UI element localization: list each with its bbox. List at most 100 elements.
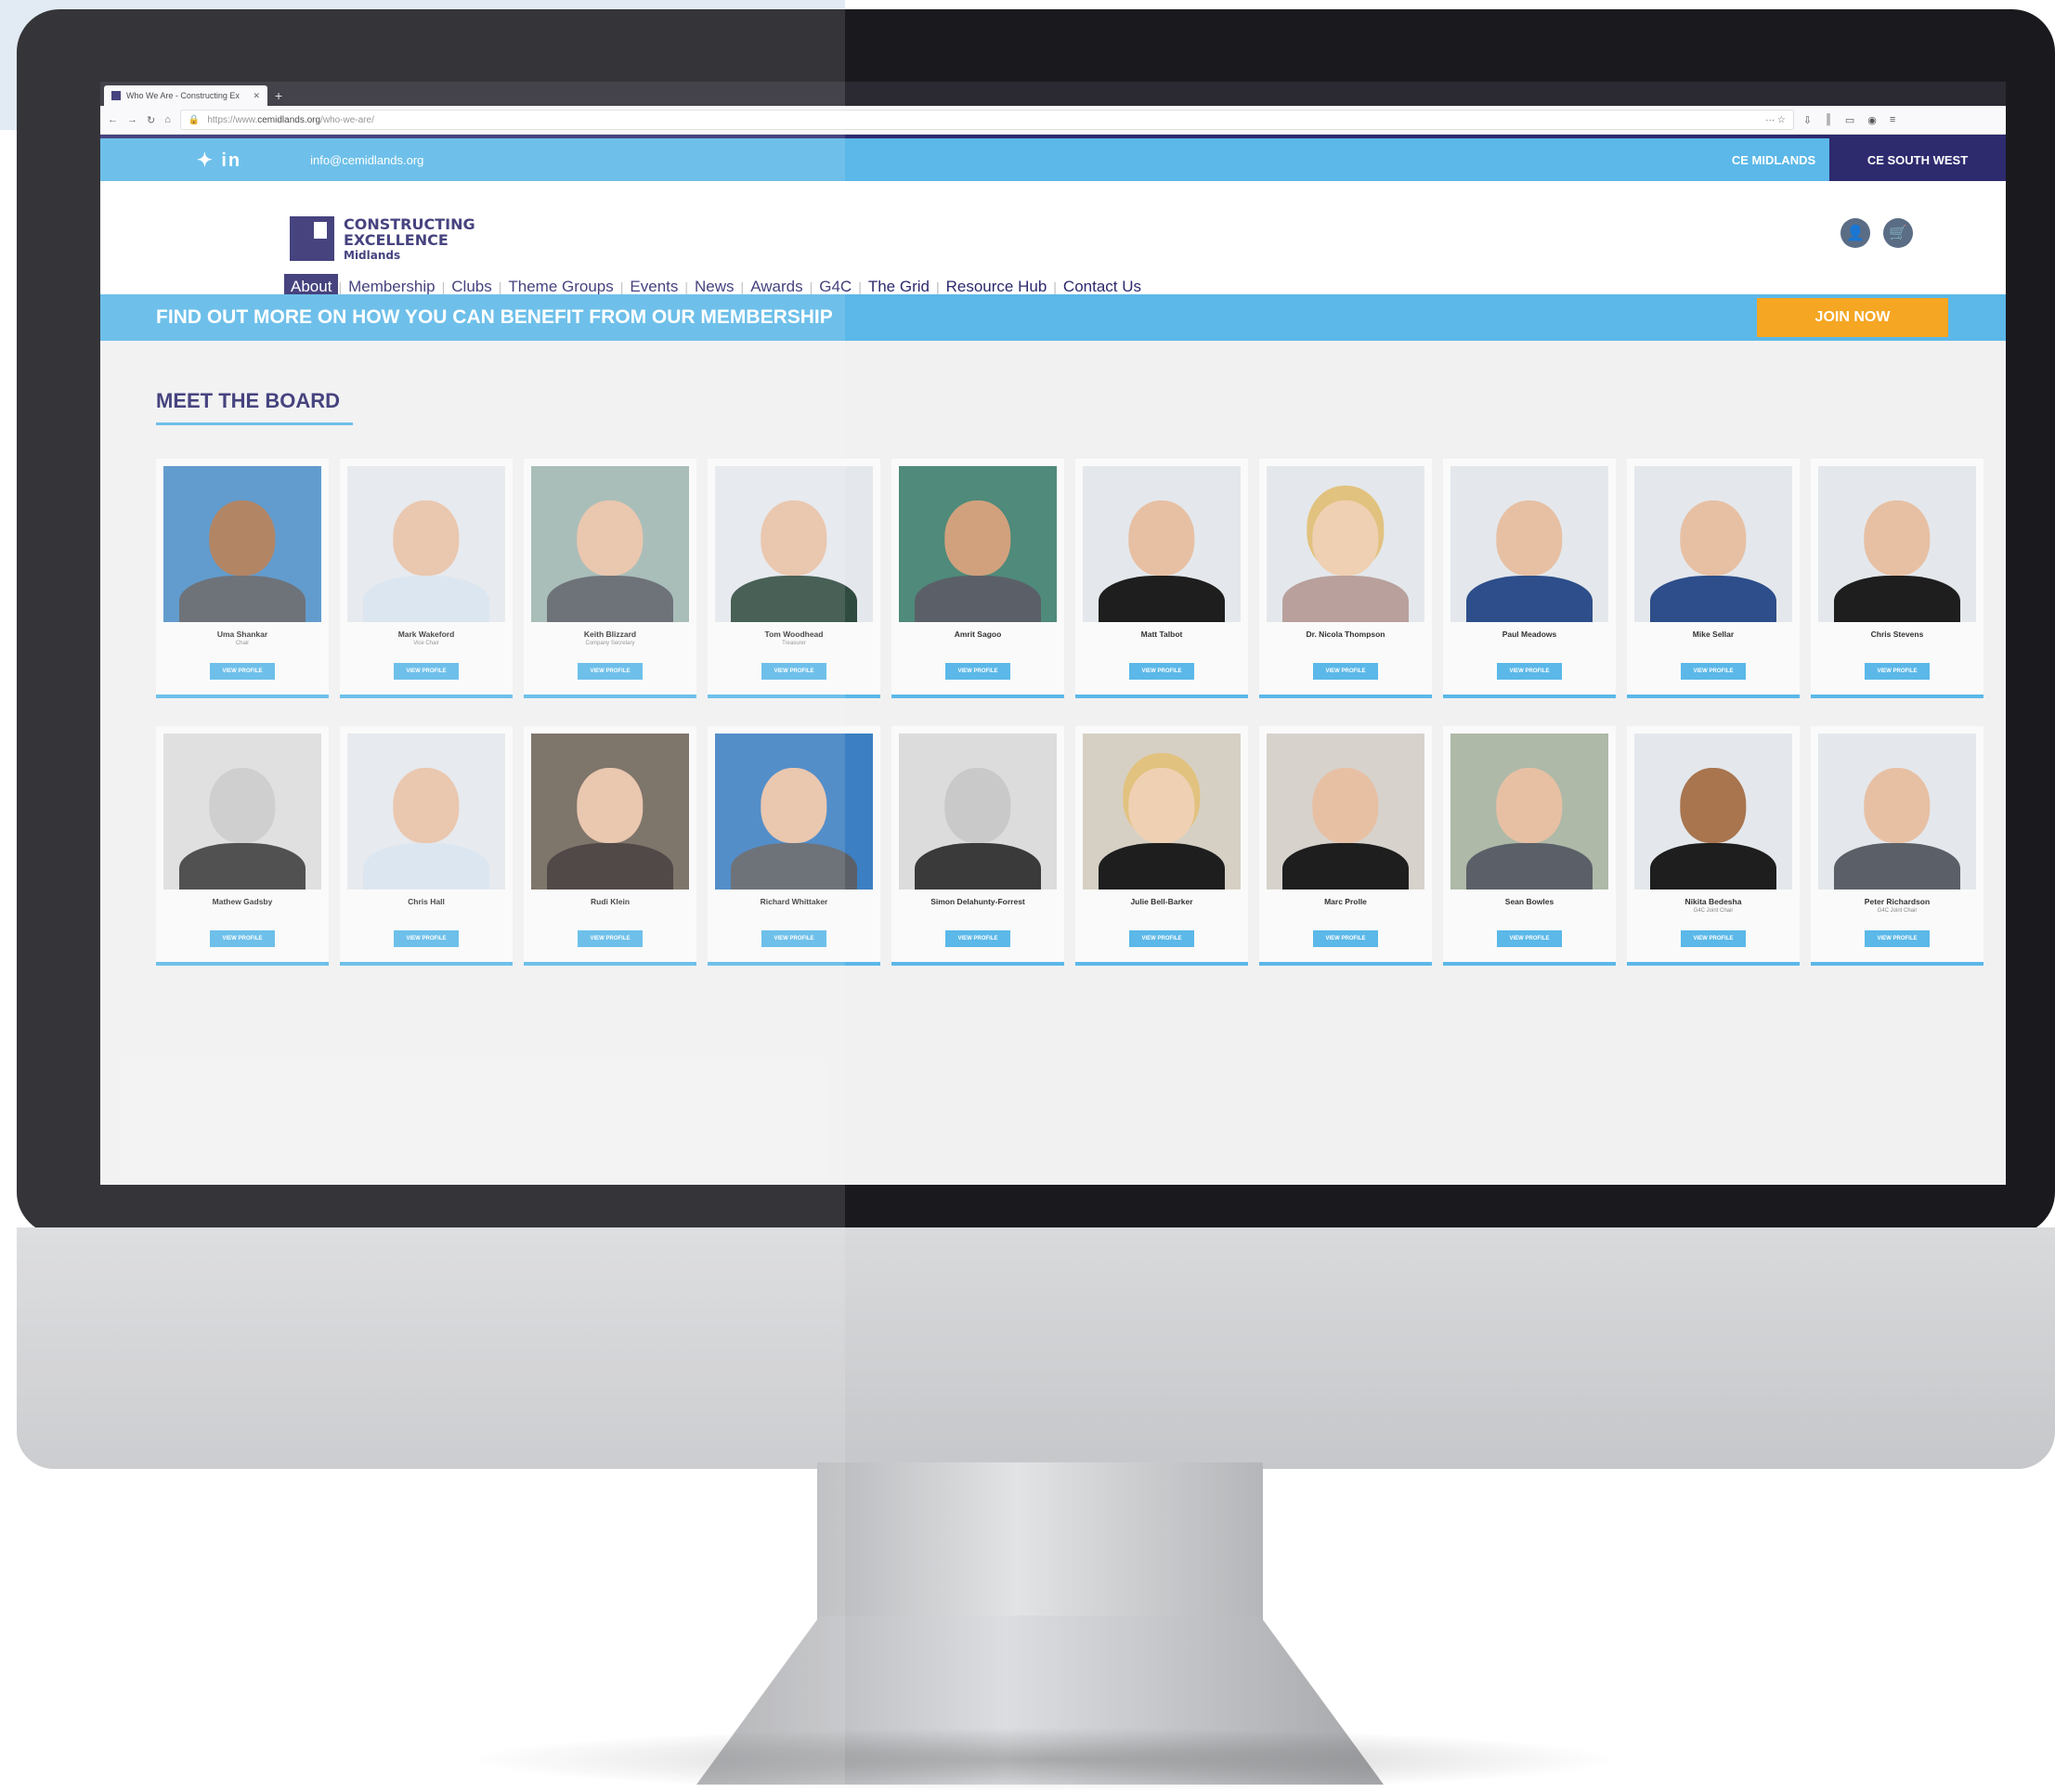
board-member-card: Peter Richardson G4C Joint Chair VIEW PROF…	[1811, 726, 1983, 966]
photo-body-shape	[1282, 842, 1409, 890]
account-icon[interactable]: 👤	[1840, 218, 1870, 248]
url-path: /who-we-are/	[320, 114, 374, 125]
logo-line-1: CONSTRUCTING	[344, 215, 475, 233]
view-profile-button[interactable]: VIEW PROFILE	[394, 930, 459, 947]
favicon-icon	[111, 91, 121, 100]
photo-body-shape	[1466, 842, 1593, 890]
logo-line-3: Midlands	[344, 249, 401, 262]
view-profile-button[interactable]: VIEW PROFILE	[1865, 663, 1930, 680]
board-member-card: Keith Blizzard Company Secretary VIEW PROF…	[524, 459, 696, 698]
member-name: Peter Richardson	[1864, 897, 1931, 906]
view-profile-button[interactable]: VIEW PROFILE	[945, 663, 1010, 680]
browser-tab[interactable]: Who We Are - Constructing Ex ✕	[104, 85, 267, 106]
member-name: Sean Bowles	[1504, 897, 1554, 906]
view-profile-button[interactable]: VIEW PROFILE	[1497, 663, 1562, 680]
url-prefix: https://www.	[207, 114, 258, 125]
member-photo	[163, 466, 321, 622]
home-icon[interactable]: ⌂	[164, 114, 171, 125]
photo-head-shape	[1312, 767, 1379, 843]
tab-title: Who We Are - Constructing Ex	[126, 91, 240, 100]
member-photo	[899, 734, 1057, 890]
join-now-button[interactable]: JOIN NOW	[1757, 298, 1948, 337]
monitor-stand-neck	[817, 1462, 1263, 1620]
member-name: Simon Delahunty-Forrest	[930, 897, 1025, 906]
back-icon[interactable]: ←	[108, 114, 118, 125]
view-profile-button[interactable]: VIEW PROFILE	[1865, 930, 1930, 947]
extension-icon[interactable]: ◉	[1867, 114, 1877, 126]
photo-head-shape	[393, 500, 460, 576]
view-profile-button[interactable]: VIEW PROFILE	[1129, 663, 1194, 680]
view-profile-button[interactable]: VIEW PROFILE	[945, 930, 1010, 947]
view-profile-button[interactable]: VIEW PROFILE	[578, 930, 643, 947]
member-photo	[347, 466, 505, 622]
photo-head-shape	[1496, 500, 1563, 576]
photo-head-shape	[1864, 500, 1931, 576]
view-profile-button[interactable]: VIEW PROFILE	[1129, 930, 1194, 947]
page-actions-icon[interactable]: ··· ☆	[1765, 115, 1786, 125]
new-tab-icon[interactable]: +	[275, 85, 282, 106]
view-profile-button[interactable]: VIEW PROFILE	[394, 663, 459, 680]
view-profile-button[interactable]: VIEW PROFILE	[761, 930, 826, 947]
site-logo[interactable]: CONSTRUCTING EXCELLENCE Midlands	[290, 216, 475, 264]
board-member-card: Julie Bell-Barker VIEW PROFILE	[1075, 726, 1248, 966]
member-photo	[715, 734, 873, 890]
monitor-bezel: Who We Are - Constructing Ex ✕ + ← → ↻ ⌂…	[17, 9, 2055, 1235]
member-name: Mathew Gadsby	[212, 897, 273, 906]
board-member-card: Marc Prolle VIEW PROFILE	[1259, 726, 1432, 966]
reload-icon[interactable]: ↻	[147, 114, 155, 126]
view-profile-button[interactable]: VIEW PROFILE	[210, 663, 275, 680]
member-role: Chair	[235, 641, 250, 646]
view-profile-button[interactable]: VIEW PROFILE	[1313, 663, 1378, 680]
address-bar[interactable]: 🔒 https://www.cemidlands.org/who-we-are/…	[179, 110, 1794, 130]
member-photo	[1267, 734, 1424, 890]
member-photo	[1083, 466, 1241, 622]
member-name: Chris Stevens	[1870, 630, 1924, 639]
region-midlands-link[interactable]: CE MIDLANDS	[1718, 138, 1829, 181]
member-name: Uma Shankar	[216, 630, 268, 639]
screen: Who We Are - Constructing Ex ✕ + ← → ↻ ⌂…	[100, 82, 2006, 1185]
photo-head-shape	[1680, 767, 1747, 843]
board-member-card: Richard Whittaker VIEW PROFILE	[708, 726, 880, 966]
board-member-card: Nikita Bedesha G4C Joint Chair VIEW PROFIL…	[1627, 726, 1800, 966]
board-member-card: Tom Woodhead Treasurer VIEW PROFILE	[708, 459, 880, 698]
menu-icon[interactable]: ≡	[1890, 114, 1895, 126]
photo-head-shape	[209, 500, 276, 576]
member-photo	[1083, 734, 1241, 890]
social-icons[interactable]: ✦ in	[197, 149, 241, 172]
photo-body-shape	[1282, 575, 1409, 622]
region-south-west-link[interactable]: CE SOUTH WEST	[1829, 138, 2006, 181]
member-role: G4C Joint Chair	[1877, 908, 1918, 914]
lock-icon: 🔒	[188, 114, 201, 125]
member-role: G4C Joint Chair	[1693, 908, 1734, 914]
photo-head-shape	[209, 767, 276, 843]
member-role: Company Secretary	[585, 641, 635, 646]
logo-text: CONSTRUCTING EXCELLENCE Midlands	[344, 216, 475, 264]
view-profile-button[interactable]: VIEW PROFILE	[1681, 663, 1746, 680]
member-name: Dr. Nicola Thompson	[1306, 630, 1385, 639]
view-profile-button[interactable]: VIEW PROFILE	[210, 930, 275, 947]
contact-email-link[interactable]: info@cemidlands.org	[310, 153, 423, 167]
browser-toolbar: ← → ↻ ⌂ 🔒 https://www.cemidlands.org/who…	[100, 106, 2006, 135]
member-photo	[347, 734, 505, 890]
forward-icon[interactable]: →	[127, 114, 137, 125]
sidebar-icon[interactable]: ▭	[1845, 114, 1854, 126]
view-profile-button[interactable]: VIEW PROFILE	[578, 663, 643, 680]
view-profile-button[interactable]: VIEW PROFILE	[1497, 930, 1562, 947]
photo-body-shape	[731, 842, 857, 890]
member-name: Marc Prolle	[1324, 897, 1367, 906]
library-icon[interactable]: ║	[1825, 114, 1832, 126]
board-member-card: Chris Hall VIEW PROFILE	[340, 726, 513, 966]
close-tab-icon[interactable]: ✕	[253, 91, 260, 101]
photo-head-shape	[577, 500, 644, 576]
view-profile-button[interactable]: VIEW PROFILE	[761, 663, 826, 680]
view-profile-button[interactable]: VIEW PROFILE	[1681, 930, 1746, 947]
member-name: Tom Woodhead	[764, 630, 824, 639]
member-photo	[715, 466, 873, 622]
member-photo	[1450, 734, 1608, 890]
member-photo	[1634, 734, 1792, 890]
basket-icon[interactable]: 🛒	[1883, 218, 1913, 248]
view-profile-button[interactable]: VIEW PROFILE	[1313, 930, 1378, 947]
monitor-chin	[17, 1227, 2055, 1469]
board-member-card: Mike Sellar VIEW PROFILE	[1627, 459, 1800, 698]
download-icon[interactable]: ⇩	[1803, 114, 1812, 126]
